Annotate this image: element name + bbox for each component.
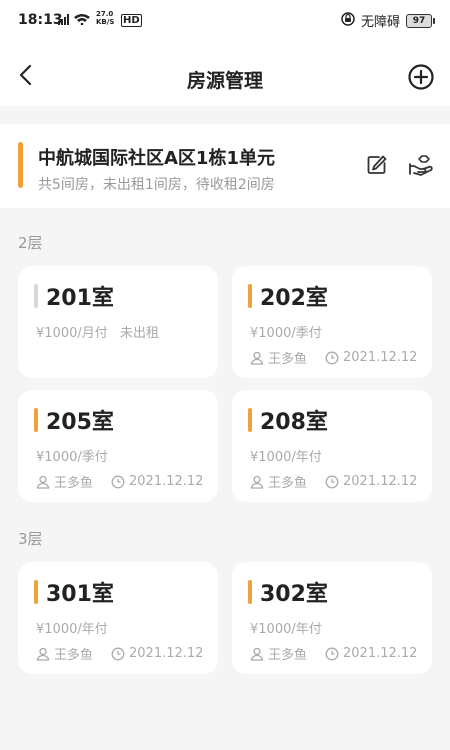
tenant: 王多鱼 [250, 472, 307, 491]
accessibility-icon [341, 11, 355, 30]
floor-label-3: 3层 [18, 530, 43, 548]
edit-icon[interactable] [366, 154, 388, 176]
rented-bar [248, 408, 252, 432]
room-rent: ¥1000/年付 [250, 622, 322, 637]
battery-icon: 97 [406, 13, 435, 28]
tenant: 王多鱼 [36, 644, 93, 663]
tenant: 王多鱼 [36, 472, 93, 491]
status-right: 无障碍 97 [341, 11, 435, 30]
date-text: 2021.12.12 [343, 474, 418, 489]
date-text: 2021.12.12 [129, 474, 204, 489]
room-number: 201室 [46, 286, 114, 311]
building-header: 中航城国际社区A区1栋1单元 共5间房，未出租1间房，待收租2间房 [0, 124, 450, 208]
vacant-bar [34, 284, 38, 308]
rented-bar [248, 284, 252, 308]
person-icon [36, 475, 50, 489]
building-name: 中航城国际社区A区1栋1单元 [38, 148, 275, 169]
due-date: 2021.12.12 [325, 474, 417, 489]
building-summary: 共5间房，未出租1间房，待收租2间房 [38, 177, 275, 193]
person-icon [250, 475, 264, 489]
clock-icon [325, 475, 339, 488]
room-meta: 王多鱼 2021.12.12 [250, 472, 417, 491]
room-number: 301室 [46, 582, 114, 607]
tenant: 王多鱼 [250, 348, 307, 367]
due-date: 2021.12.12 [111, 474, 203, 489]
room-meta: 王多鱼 2021.12.12 [250, 348, 417, 367]
room-number: 205室 [46, 410, 114, 435]
clock-icon [325, 351, 339, 364]
room-number: 302室 [260, 582, 328, 607]
room-rent: ¥1000/月付 [36, 326, 108, 341]
floor-label-2: 2层 [18, 234, 43, 252]
room-meta: 王多鱼 2021.12.12 [36, 644, 203, 663]
rented-bar [34, 580, 38, 604]
hand-coin-icon[interactable] [408, 154, 434, 176]
room-card-302[interactable]: 302室 ¥1000/年付 王多鱼 2021.12.12 [232, 562, 432, 674]
tenant: 王多鱼 [250, 644, 307, 663]
due-date: 2021.12.12 [111, 646, 203, 661]
building-accent-bar [18, 142, 23, 188]
battery-level: 97 [412, 15, 426, 26]
room-card-202[interactable]: 202室 ¥1000/季付 王多鱼 2021.12.12 [232, 266, 432, 378]
room-meta: 王多鱼 2021.12.12 [250, 644, 417, 663]
person-icon [250, 351, 264, 365]
rented-bar [248, 580, 252, 604]
clock-icon [111, 647, 125, 660]
net-speed: 27.0 KB/S [96, 10, 114, 26]
hd-badge: HD [121, 14, 142, 27]
room-number: 202室 [260, 286, 328, 311]
due-date: 2021.12.12 [325, 646, 417, 661]
plus-circle-icon[interactable] [408, 64, 434, 90]
status-time: 18:13 [18, 12, 63, 28]
tenant-name: 王多鱼 [268, 476, 308, 491]
room-rent: ¥1000/季付 [250, 326, 322, 341]
room-card-201[interactable]: 201室 ¥1000/月付 未出租 [18, 266, 218, 378]
page-title: 房源管理 [186, 70, 263, 92]
signal-icon [58, 13, 92, 25]
clock-icon [325, 647, 339, 660]
date-text: 2021.12.12 [129, 646, 204, 661]
person-icon [250, 647, 264, 661]
tenant-name: 王多鱼 [54, 648, 94, 663]
tenant-name: 王多鱼 [268, 648, 308, 663]
accessibility-label: 无障碍 [360, 15, 400, 30]
room-card-205[interactable]: 205室 ¥1000/季付 王多鱼 2021.12.12 [18, 390, 218, 502]
clock-icon [111, 475, 125, 488]
date-text: 2021.12.12 [343, 350, 418, 365]
tenant-name: 王多鱼 [54, 476, 94, 491]
room-status: 未出租 [120, 326, 160, 341]
net-speed-unit: KB/S [96, 18, 115, 26]
room-rent: ¥1000/年付 [36, 622, 108, 637]
room-card-208[interactable]: 208室 ¥1000/年付 王多鱼 2021.12.12 [232, 390, 432, 502]
tenant-name: 王多鱼 [268, 352, 308, 367]
room-number: 208室 [260, 410, 328, 435]
room-meta: 王多鱼 2021.12.12 [36, 472, 203, 491]
due-date: 2021.12.12 [325, 350, 417, 365]
person-icon [36, 647, 50, 661]
status-bar: 18:13 27.0 KB/S HD 无障碍 97 [0, 0, 450, 44]
room-card-301[interactable]: 301室 ¥1000/年付 王多鱼 2021.12.12 [18, 562, 218, 674]
room-rent: ¥1000/年付 [250, 450, 322, 465]
room-rent: ¥1000/季付 [36, 450, 108, 465]
nav-bar: 房源管理 [0, 44, 450, 106]
rented-bar [34, 408, 38, 432]
date-text: 2021.12.12 [343, 646, 418, 661]
net-speed-value: 27.0 [96, 10, 114, 18]
